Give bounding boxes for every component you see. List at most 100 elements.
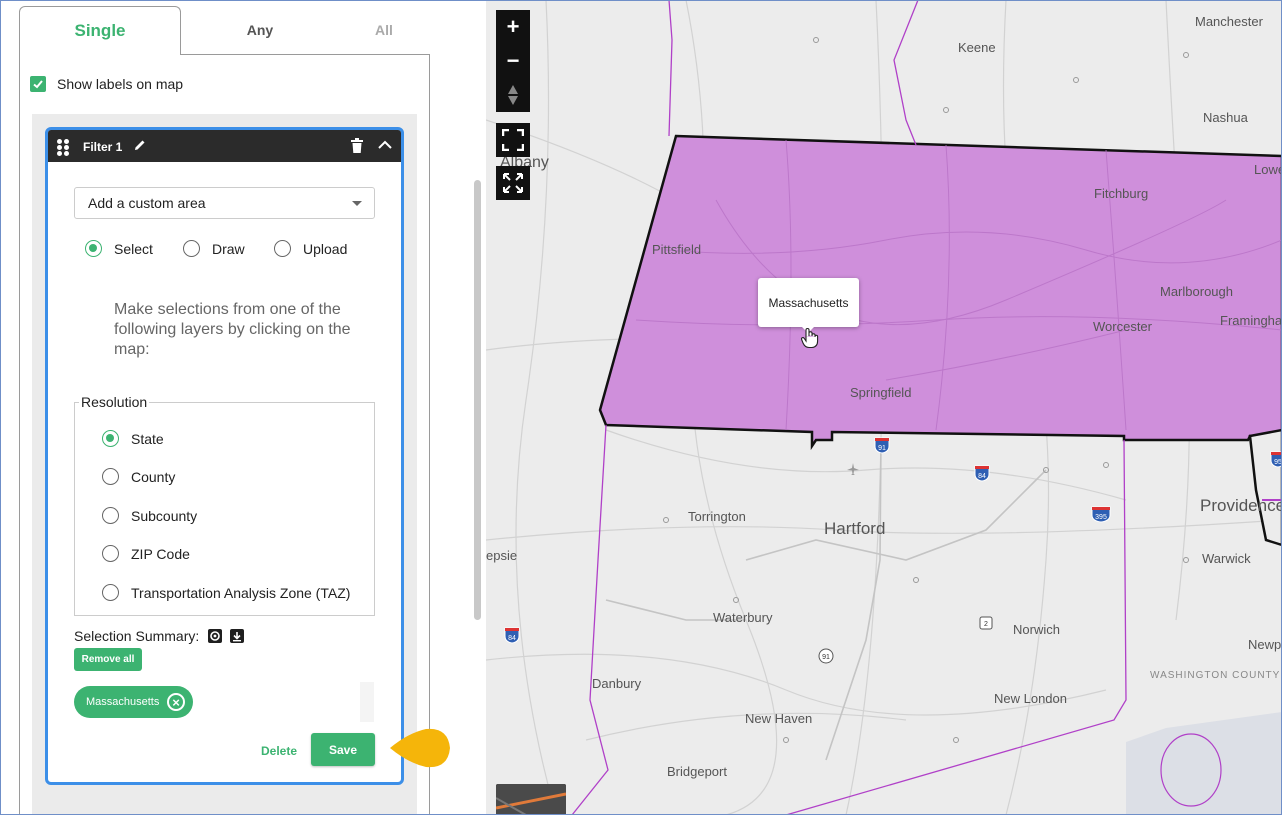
map-canvas[interactable] (486, 0, 1282, 815)
map-label-springfield: Springfield (850, 385, 912, 400)
map-label-newport: Newp (1248, 637, 1282, 652)
map-label-warwick: Warwick (1202, 551, 1251, 566)
basemap-switcher[interactable] (496, 784, 566, 815)
selection-chip-label: Massachusetts (86, 696, 160, 708)
map-label-worcester: Worcester (1093, 319, 1152, 334)
tab-any[interactable]: Any (181, 10, 339, 50)
map-label-nashua: Nashua (1203, 110, 1248, 125)
map-label-keene: Keene (958, 40, 996, 55)
map-label-bridgeport: Bridgeport (667, 764, 727, 779)
filter-title: Filter 1 (83, 140, 123, 154)
chip-list-scrollbar[interactable] (360, 682, 374, 722)
resolution-subcounty-radio[interactable]: Subcounty (102, 507, 197, 524)
remove-chip-icon[interactable]: × (167, 693, 185, 711)
drag-handle-icon[interactable] (57, 139, 69, 156)
resolution-label: Resolution (79, 394, 150, 410)
radio-icon[interactable] (274, 240, 291, 257)
selection-summary-label: Selection Summary: (74, 628, 200, 644)
map-label-new-haven: New Haven (745, 711, 813, 726)
fullscreen-button[interactable] (496, 123, 530, 157)
custom-area-select[interactable]: Add a custom area (74, 187, 375, 219)
map-label-manchester: Manchester (1195, 14, 1263, 29)
resolution-subcounty-label: Subcounty (131, 507, 198, 524)
map-label-framingham: Framingham (1220, 313, 1282, 328)
resolution-zip-label: ZIP Code (131, 545, 190, 562)
map-label-fitchburg: Fitchburg (1094, 186, 1149, 201)
custom-area-select-value: Add a custom area (88, 195, 206, 211)
delete-button[interactable]: Delete (254, 740, 304, 762)
radio-selected-icon[interactable] (102, 430, 119, 447)
resolution-taz-label: Transportation Analysis Zone (TAZ) (131, 584, 351, 601)
expand-arrows-icon (503, 173, 523, 193)
radio-icon[interactable] (102, 584, 119, 601)
interstate-shield-icon: 91 (874, 436, 890, 454)
map-label-lowell: Lowe (1254, 162, 1282, 177)
map-label-marlborough: Marlborough (1160, 284, 1233, 299)
settings-icon[interactable] (208, 629, 223, 643)
map-label-washington-county: WASHINGTON COUNTY (1150, 670, 1281, 681)
route-shield-icon: 91 (818, 648, 834, 666)
callout-pointer-icon (390, 728, 450, 768)
satellite-thumbnail-icon (496, 784, 566, 815)
mode-select-radio[interactable]: Select (85, 240, 153, 257)
airport-icon (847, 463, 859, 475)
save-button[interactable]: Save (311, 733, 375, 766)
download-icon[interactable] (230, 629, 245, 643)
map-label-poughkeepsie: epsie (486, 548, 518, 563)
mode-draw-label: Draw (212, 240, 245, 257)
radio-icon[interactable] (102, 468, 119, 485)
mode-draw-radio[interactable]: Draw (183, 240, 245, 257)
interstate-shield-icon: 84 (504, 626, 520, 644)
interstate-shield-icon: 84 (974, 464, 990, 482)
map-label-waterbury: Waterbury (713, 610, 773, 625)
radio-icon[interactable] (102, 507, 119, 524)
zoom-in-button[interactable]: + (496, 10, 530, 44)
interstate-shield-icon: 395 (1091, 505, 1111, 523)
map-label-pittsfield: Pittsfield (652, 242, 702, 257)
selection-instructions: Make selections from one of the followin… (114, 301, 351, 358)
fit-bounds-button[interactable] (496, 166, 530, 200)
svg-text:95: 95 (1274, 459, 1282, 466)
resolution-county-radio[interactable]: County (102, 468, 175, 485)
tab-all[interactable]: All (339, 10, 429, 50)
checkbox-checked-icon[interactable] (30, 76, 46, 92)
zoom-out-button[interactable]: − (496, 44, 530, 78)
mode-upload-radio[interactable]: Upload (274, 240, 347, 257)
filter-card: Filter 1 Add a custom area Select Draw U… (45, 127, 404, 785)
map-label-providence: Providence (1200, 496, 1282, 515)
selection-summary: Selection Summary: (74, 628, 245, 644)
edit-pencil-icon[interactable] (133, 138, 147, 152)
chevron-up-icon[interactable] (378, 140, 392, 150)
tab-single[interactable]: Single (19, 6, 181, 55)
map-label-torrington: Torrington (688, 509, 746, 524)
svg-text:84: 84 (978, 473, 986, 480)
svg-text:84: 84 (508, 635, 516, 642)
compass-button[interactable] (496, 78, 530, 112)
map-tooltip: Massachusetts (758, 278, 859, 333)
radio-icon[interactable] (102, 545, 119, 562)
radio-selected-icon[interactable] (85, 240, 102, 257)
map-label-hartford: Hartford (824, 519, 886, 538)
resolution-zip-radio[interactable]: ZIP Code (102, 545, 190, 562)
svg-text:91: 91 (822, 654, 830, 661)
map-label-new-london: New London (994, 691, 1067, 706)
resolution-taz-radio[interactable]: Transportation Analysis Zone (TAZ) (102, 584, 350, 601)
map-tooltip-label: Massachusetts (768, 295, 849, 310)
show-labels-label: Show labels on map (57, 76, 184, 92)
filter-panel: Single Any All Show labels on map Filter… (0, 0, 486, 815)
show-labels-toggle[interactable]: Show labels on map (30, 76, 183, 92)
map-label-norwich: Norwich (1013, 622, 1060, 637)
filter-header: Filter 1 (48, 130, 401, 162)
interstate-shield-icon: 95 (1270, 450, 1282, 468)
svg-text:91: 91 (878, 445, 886, 452)
mode-upload-label: Upload (303, 240, 348, 257)
resolution-state-label: State (131, 430, 164, 447)
panel-scrollbar[interactable] (474, 180, 481, 620)
resolution-state-radio[interactable]: State (102, 430, 164, 447)
resolution-county-label: County (131, 468, 176, 485)
trash-icon[interactable] (350, 138, 364, 154)
map-view[interactable]: Manchester Keene Nashua Lowe Albany Fitc… (486, 0, 1282, 815)
radio-icon[interactable] (183, 240, 200, 257)
selection-chip: Massachusetts × (74, 686, 193, 718)
remove-all-button[interactable]: Remove all (74, 648, 142, 671)
